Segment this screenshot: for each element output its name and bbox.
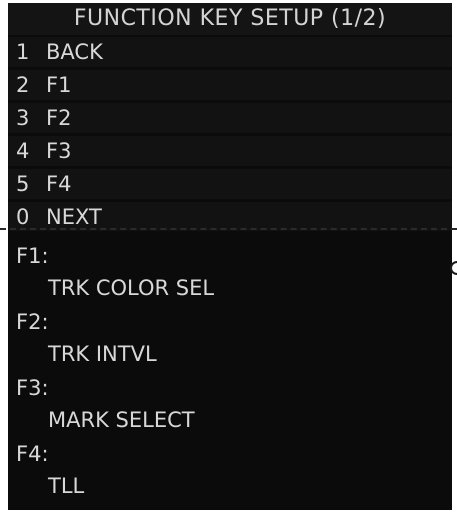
menu-item-number: 2 xyxy=(16,73,30,97)
menu-item-label: F1 xyxy=(46,73,72,97)
function-key-setup-screen: FUNCTION KEY SETUP (1/2) 1 BACK 2 F1 3 F… xyxy=(8,3,452,510)
menu-item-f2[interactable]: 3 F2 xyxy=(8,103,452,133)
assignment-key: F3: xyxy=(16,376,49,400)
menu-item-number: 0 xyxy=(16,205,30,229)
cut-line-divider xyxy=(0,228,457,230)
menu-item-number: 1 xyxy=(16,40,30,64)
menu-item-label: NEXT xyxy=(46,205,102,229)
assignment-value: TRK INTVL xyxy=(48,342,157,366)
menu-item-label: F4 xyxy=(46,172,72,196)
assignment-key: F1: xyxy=(16,244,49,268)
function-key-assignments: F1: TRK COLOR SEL F2: TRK INTVL F3: MARK… xyxy=(8,235,452,510)
menu-item-number: 4 xyxy=(16,139,30,163)
menu-list: 1 BACK 2 F1 3 F2 4 F3 5 F4 0 NEXT xyxy=(8,37,452,231)
menu-item-f1[interactable]: 2 F1 xyxy=(8,70,452,100)
menu-item-label: BACK xyxy=(46,40,103,64)
menu-item-number: 3 xyxy=(16,106,30,130)
assignment-key: F2: xyxy=(16,310,49,334)
menu-title: FUNCTION KEY SETUP (1/2) xyxy=(8,3,452,35)
assignment-value: TLL xyxy=(48,474,85,498)
menu-item-label: F3 xyxy=(46,139,72,163)
menu-item-label: F2 xyxy=(46,106,72,130)
menu-item-f4[interactable]: 5 F4 xyxy=(8,169,452,199)
assignment-value: MARK SELECT xyxy=(48,408,195,432)
assignment-key: F4: xyxy=(16,442,49,466)
menu-item-number: 5 xyxy=(16,172,30,196)
menu-item-next[interactable]: 0 NEXT xyxy=(8,202,452,231)
assignment-value: TRK COLOR SEL xyxy=(48,276,215,300)
callout-marker-icon xyxy=(450,261,457,275)
menu-item-back[interactable]: 1 BACK xyxy=(8,37,452,67)
menu-item-f3[interactable]: 4 F3 xyxy=(8,136,452,166)
